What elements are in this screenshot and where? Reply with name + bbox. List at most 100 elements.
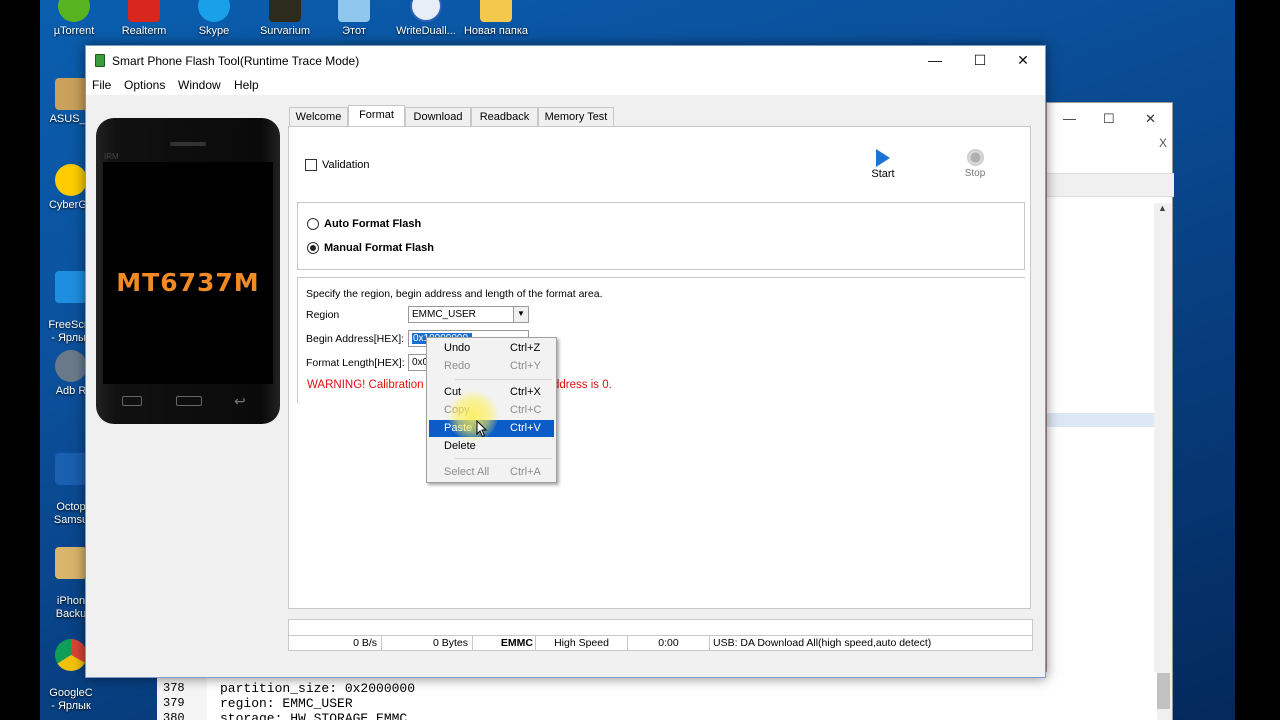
maximize-icon[interactable]: ☐ xyxy=(1103,111,1115,127)
phone-illustration: IRM MT6737M ↩ xyxy=(96,118,280,424)
iphone-backup-icon xyxy=(55,547,87,579)
line-number: 379 xyxy=(163,696,185,710)
flash-tool-window[interactable]: Smart Phone Flash Tool(Runtime Trace Mod… xyxy=(85,45,1046,678)
freescreen-icon xyxy=(55,271,87,303)
desktop-icon-new-folder[interactable]: Новая папка xyxy=(459,0,533,38)
speed-value: 0 B/s xyxy=(353,637,377,649)
tab-download[interactable]: Download xyxy=(405,107,471,127)
toolbar-strip xyxy=(1047,173,1174,197)
menu-options[interactable]: Options xyxy=(124,78,165,92)
code-line: storage: HW_STORAGE_EMMC xyxy=(220,711,408,720)
realterm-icon xyxy=(128,0,160,22)
scrollbar-thumb[interactable] xyxy=(1156,673,1170,709)
app-icon xyxy=(95,54,105,67)
start-button[interactable]: Start xyxy=(867,149,899,185)
tab-format[interactable]: Format xyxy=(348,105,405,127)
region-value: EMMC_USER xyxy=(412,309,476,320)
chevron-down-icon[interactable]: ▼ xyxy=(513,307,528,322)
menu-item-shortcut: Ctrl+Z xyxy=(510,342,541,354)
connection-value: USB: DA Download All(high speed,auto det… xyxy=(713,637,932,649)
tab-memory-test[interactable]: Memory Test xyxy=(538,107,614,127)
background-window[interactable]: — ☐ ✕ X ▲ xyxy=(1046,102,1174,720)
code-line: region: EMMC_USER xyxy=(220,696,353,711)
warning-text-end: ddress is 0. xyxy=(553,379,612,391)
region-select[interactable]: EMMC_USER ▼ xyxy=(408,306,529,323)
home-icon xyxy=(176,396,202,406)
close-small-icon[interactable]: X xyxy=(1159,136,1167,150)
menu-window[interactable]: Window xyxy=(178,78,221,92)
desktop-icon-survarium[interactable]: Survarium xyxy=(248,0,322,38)
background-window-titlebar: — ☐ ✕ xyxy=(1047,103,1172,133)
menu-item-label: Redo xyxy=(444,360,471,372)
manual-format-label: Manual Format Flash xyxy=(324,242,435,254)
tab-readback[interactable]: Readback xyxy=(471,107,538,127)
menu-item-undo[interactable]: Undo Ctrl+Z xyxy=(429,340,554,357)
desktop-icon-realterm[interactable]: Realterm xyxy=(107,0,181,38)
utorrent-icon xyxy=(58,0,90,22)
stop-button[interactable]: Stop xyxy=(959,149,991,185)
window-titlebar[interactable]: Smart Phone Flash Tool(Runtime Trace Mod… xyxy=(86,46,1045,75)
auto-format-label: Auto Format Flash xyxy=(324,218,422,230)
package-icon xyxy=(55,78,87,110)
menu-item-shortcut: Ctrl+V xyxy=(510,422,541,434)
instruction-text: Specify the region, begin address and le… xyxy=(306,288,603,300)
format-area-group: Specify the region, begin address and le… xyxy=(297,277,1025,403)
mouse-cursor-icon xyxy=(476,420,488,438)
menu-separator xyxy=(455,379,552,380)
status-time: 0:00 xyxy=(628,636,710,650)
computer-icon xyxy=(338,0,370,22)
format-panel: Validation Start Stop Auto Format Flash … xyxy=(288,126,1031,609)
stop-label: Stop xyxy=(964,168,986,179)
status-mode: High Speed xyxy=(536,636,628,650)
phone-speaker xyxy=(170,142,206,146)
desktop-icon-label: WriteDuall... xyxy=(396,25,456,37)
writedual-icon xyxy=(410,0,442,22)
status-bytes: 0 Bytes xyxy=(382,636,473,650)
chrome-icon xyxy=(55,639,87,671)
phone-small-text: IRM xyxy=(104,152,119,161)
play-icon xyxy=(876,149,890,167)
line-number: 378 xyxy=(163,681,185,695)
menu-help[interactable]: Help xyxy=(234,78,259,92)
minimize-button[interactable]: — xyxy=(913,46,957,75)
code-line: partition_size: 0x2000000 xyxy=(220,681,416,696)
desktop-icon-label: Этот xyxy=(342,25,366,37)
desktop-icon-utorrent[interactable]: µTorrent xyxy=(37,0,111,38)
scroll-up-icon[interactable]: ▲ xyxy=(1158,203,1167,213)
desktop-icon-writedual[interactable]: WriteDuall... xyxy=(389,0,463,38)
tab-welcome[interactable]: Welcome xyxy=(289,107,348,127)
desktop-icon-skype[interactable]: Skype xyxy=(177,0,251,38)
status-storage: EMMC xyxy=(473,636,536,650)
menu-item-label: Undo xyxy=(444,342,471,354)
menu-item-label: Select All xyxy=(444,466,490,478)
survarium-icon xyxy=(269,0,301,22)
close-icon[interactable]: ✕ xyxy=(1145,111,1156,127)
maximize-button[interactable]: ☐ xyxy=(958,46,1002,75)
menu-item-redo[interactable]: Redo Ctrl+Y xyxy=(429,358,554,375)
minimize-icon[interactable]: — xyxy=(1063,111,1076,126)
menu-item-shortcut: Ctrl+C xyxy=(510,404,542,416)
desktop-icon-label: Realterm xyxy=(121,25,167,37)
code-editor[interactable]: 378 partition_size: 0x2000000 379 region… xyxy=(157,672,1157,720)
status-connection: USB: DA Download All(high speed,auto det… xyxy=(710,636,1032,650)
menu-item-shortcut: Ctrl+A xyxy=(510,466,541,478)
warning-text-start: WARNING! Calibration xyxy=(307,379,424,391)
close-button[interactable]: ✕ xyxy=(1001,46,1045,75)
desktop-icon-this-pc[interactable]: Этот xyxy=(317,0,391,38)
menu-separator xyxy=(455,458,552,459)
begin-address-label: Begin Address[HEX]: xyxy=(306,333,405,345)
menu-item-delete[interactable]: Delete xyxy=(429,438,554,455)
menu-item-select-all[interactable]: Select All Ctrl+A xyxy=(429,464,554,481)
bytes-value: 0 Bytes xyxy=(432,637,468,649)
validation-checkbox[interactable] xyxy=(305,159,317,171)
desktop-icon-label: GoogleC - Ярлык xyxy=(49,687,93,712)
window-title: Smart Phone Flash Tool(Runtime Trace Mod… xyxy=(112,54,360,68)
manual-format-radio[interactable] xyxy=(307,242,319,254)
auto-format-radio[interactable] xyxy=(307,218,319,230)
gear-icon xyxy=(55,350,87,382)
desktop-icon-label: Новая папка xyxy=(463,25,529,37)
region-label: Region xyxy=(306,309,340,321)
menu-file[interactable]: File xyxy=(92,78,111,92)
vertical-scrollbar[interactable]: ▲ xyxy=(1154,203,1172,720)
status-bar: 0 B/s 0 Bytes EMMC High Speed 0:00 USB: … xyxy=(288,635,1033,651)
